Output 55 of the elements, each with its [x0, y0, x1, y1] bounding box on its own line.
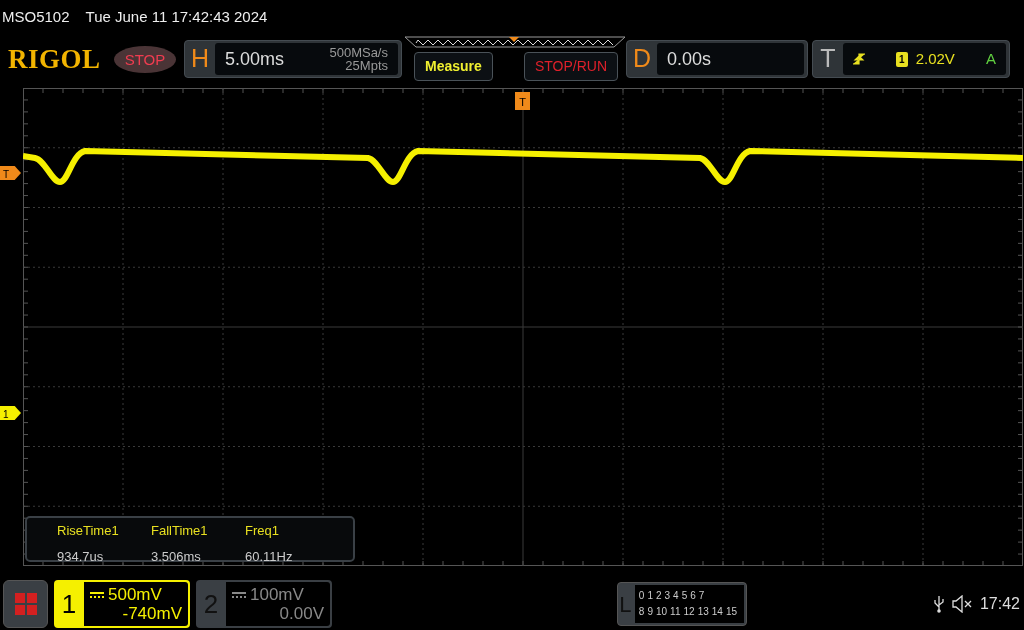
brand-logo: RIGOL [7, 42, 102, 76]
delay-panel[interactable]: D 0.00s [626, 40, 808, 78]
logic-channel-number: 15 [725, 606, 737, 617]
date-time: Tue June 11 17:42:43 2024 [85, 7, 268, 27]
trigger-level-marker[interactable]: T [0, 166, 21, 180]
delay-label: D [631, 43, 653, 75]
dc-coupling-icon [90, 590, 104, 599]
horizontal-label: H [189, 43, 211, 75]
trigger-mode: A [986, 48, 996, 69]
stop-run-button[interactable]: STOP/RUN [523, 52, 618, 81]
usb-icon [933, 595, 944, 613]
logic-channel-number: 3 [664, 590, 671, 601]
channel-offset: -740mV [121, 604, 182, 623]
logic-channel-number: 13 [697, 606, 709, 617]
clock-time: 17:42 [979, 594, 1020, 614]
channel-number: 1 [60, 587, 78, 621]
measure-button[interactable]: Measure [414, 52, 493, 81]
channel-marker[interactable]: 1 [0, 406, 21, 420]
memory-depth: 25Mpts [344, 59, 388, 72]
logic-channel-number: 14 [711, 606, 723, 617]
logic-channel-number: 4 [673, 590, 679, 601]
logic-channel-number: 12 [683, 606, 695, 617]
timebase-value: 5.00ms [225, 47, 285, 71]
trigger-label: T [819, 43, 837, 75]
trigger-panel[interactable]: T 1 2.02V A [812, 40, 1010, 78]
channel-scale: 100mV [250, 585, 304, 604]
logic-channel-number: 9 [647, 606, 653, 617]
logic-channel-number: 2 [656, 590, 662, 601]
horizontal-panel[interactable]: H 5.00ms 500MSa/s 25Mpts [184, 40, 402, 78]
logic-channel-number: 5 [681, 590, 688, 601]
logic-channel-number: 10 [656, 606, 668, 617]
logic-channel-number: 1 [647, 590, 653, 601]
logic-channel-number: 7 [698, 590, 705, 601]
measurement-name: FallTime1 [151, 522, 209, 540]
sample-rate: 500MSa/s [329, 46, 388, 59]
channel-offset: 0.00V [278, 604, 324, 623]
logic-channel-number: 6 [690, 590, 696, 601]
model-name: MSO5102 [2, 7, 70, 27]
measurement-name: Freq1 [245, 522, 280, 540]
dc-coupling-icon [232, 590, 246, 599]
trigger-position-marker[interactable]: T [515, 92, 530, 110]
measurement-value: 934.7us [57, 547, 105, 566]
speaker-muted-icon[interactable] [951, 595, 972, 613]
logic-channel-number: 11 [670, 606, 681, 617]
trigger-source-badge: 1 [896, 51, 908, 67]
grid-menu-icon [14, 593, 37, 615]
measurement-name: RiseTime1 [57, 522, 120, 540]
trigger-level: 2.02V [915, 48, 955, 69]
logic-channel-number: 8 [638, 606, 645, 617]
channel-scale: 500mV [108, 585, 162, 604]
logic-channel-number: 0 [638, 590, 645, 601]
channel-panel[interactable]: 1 500mV -740mV [54, 580, 190, 628]
delay-value: 0.00s [667, 47, 712, 71]
measurement-value: 60.11Hz [245, 547, 294, 566]
measurement-value: 3.506ms [151, 547, 202, 566]
